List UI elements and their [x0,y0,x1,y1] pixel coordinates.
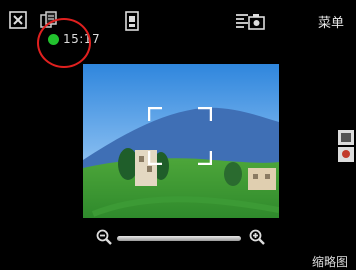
capture-mode-icon [338,130,354,162]
settings-icon [236,14,265,30]
zoom-out-icon [96,229,112,245]
menu-button[interactable]: 菜单 [318,12,344,31]
thumbnails-button[interactable]: 缩略图 [312,253,348,270]
capture-mode-button[interactable] [336,128,356,164]
close-icon [9,11,27,29]
zoom-out-button[interactable] [95,228,113,246]
camera-mode-icon [125,11,139,31]
close-button[interactable] [8,10,28,30]
zoom-in-button[interactable] [248,228,266,246]
focus-frame [148,107,212,165]
camera-mode-button[interactable] [123,10,141,32]
zoom-slider[interactable] [117,236,241,241]
settings-button[interactable] [233,10,267,32]
zoom-in-icon [249,229,265,245]
highlight-ring [37,18,91,68]
